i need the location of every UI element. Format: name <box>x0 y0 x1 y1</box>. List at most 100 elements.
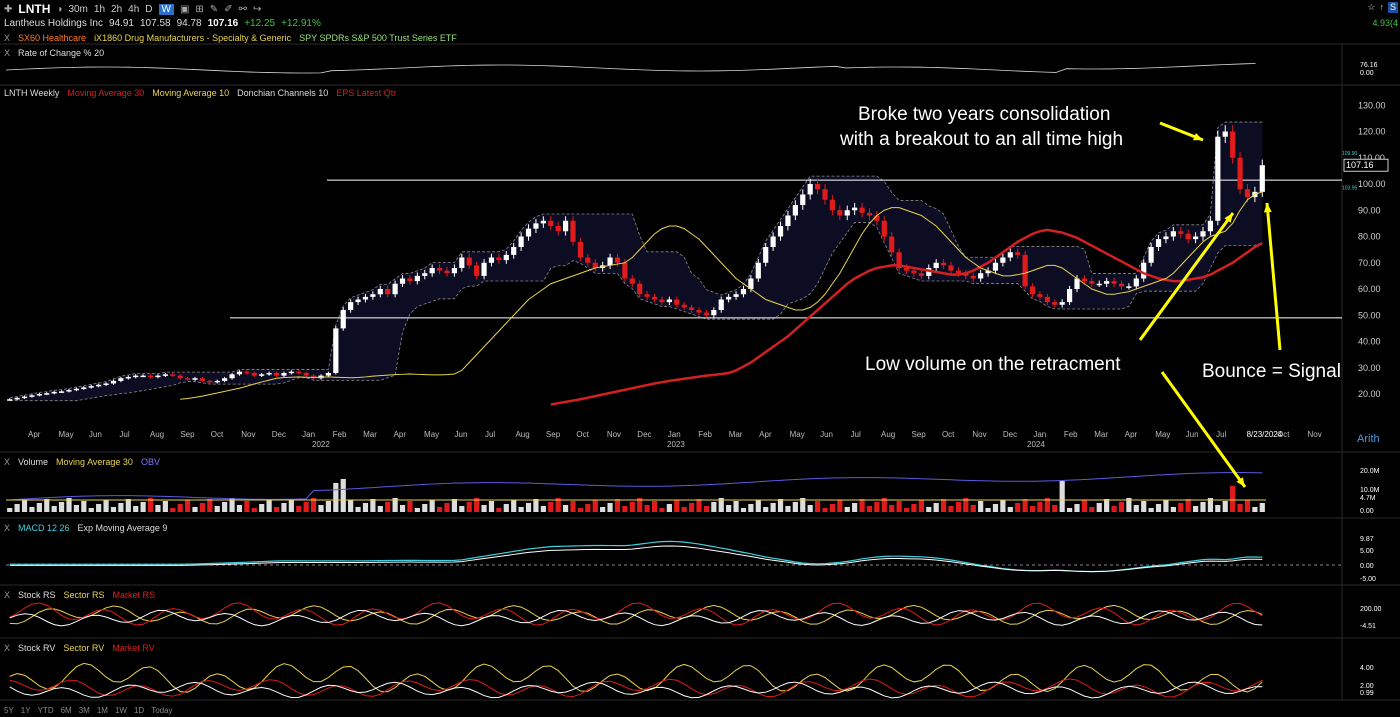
x-tick-label: Dec <box>637 430 651 439</box>
volume-bar <box>814 501 821 512</box>
volume-bar <box>1074 504 1080 512</box>
volume-bar <box>1141 501 1147 512</box>
price-tick-label: 60.00 <box>1358 284 1381 294</box>
volume-bar <box>688 503 695 512</box>
candle-body <box>1155 239 1162 247</box>
x-tick-label: Sep <box>546 430 561 439</box>
candle-body <box>503 254 509 261</box>
roc-line <box>5 63 1256 74</box>
volume-bar <box>29 507 35 512</box>
volume-bar <box>792 502 798 512</box>
range-today[interactable]: Today <box>151 706 172 715</box>
price-tick-label: 50.00 <box>1358 310 1381 320</box>
candle-body <box>177 375 183 379</box>
volume-bar <box>903 508 910 512</box>
candle-body <box>236 371 243 375</box>
candle-body <box>1163 236 1169 240</box>
volume-bar <box>377 506 383 512</box>
volume-bar <box>36 503 42 512</box>
candle-body <box>296 371 302 374</box>
volume-bar <box>340 479 346 512</box>
range-1w[interactable]: 1W <box>115 706 127 715</box>
volume-bar <box>303 502 309 512</box>
volume-tick: 0.00 <box>1360 508 1374 515</box>
candle-body <box>273 373 280 376</box>
candle-body <box>688 307 695 310</box>
candle-body <box>792 205 798 216</box>
volume-bar <box>1237 504 1243 512</box>
range-3m[interactable]: 3M <box>79 706 90 715</box>
volume-bar <box>21 500 28 512</box>
candle-body <box>533 223 539 229</box>
candle-body <box>58 391 65 393</box>
candle-body <box>1133 278 1139 287</box>
year-label: 2024 <box>1027 440 1045 449</box>
volume-bar <box>399 505 406 512</box>
candle-body <box>1044 296 1050 303</box>
candle-body <box>1089 281 1095 284</box>
chart-canvas[interactable]: 130.00120.00110.00100.0090.0080.0070.006… <box>0 0 1400 717</box>
range-1d[interactable]: 1D <box>134 706 144 715</box>
candle-body <box>110 380 117 384</box>
volume-bar <box>755 500 761 512</box>
volume-bar <box>1096 503 1102 512</box>
range-ytd[interactable]: YTD <box>38 706 54 715</box>
candle-body <box>429 268 435 274</box>
volume-bar <box>325 501 332 512</box>
macd-signal-line <box>9 545 1263 573</box>
rs-tick: 200.00 <box>1360 606 1382 613</box>
candle-body <box>978 273 984 279</box>
volume-bar <box>407 501 413 512</box>
candle-body <box>911 270 917 274</box>
volume-bar <box>740 508 747 512</box>
candle-body <box>866 212 873 216</box>
roc-value: 76.16 <box>1360 62 1378 69</box>
candle-body <box>1000 257 1006 263</box>
candle-body <box>548 220 554 226</box>
volume-bar <box>1192 506 1199 512</box>
volume-bar <box>1163 500 1169 512</box>
candle-body <box>918 273 924 276</box>
x-tick-label: May <box>58 430 73 439</box>
candle-body <box>81 387 87 389</box>
volume-bar <box>1059 481 1065 512</box>
volume-bar <box>889 505 895 512</box>
volume-bar <box>1230 486 1236 512</box>
volume-bar <box>184 500 191 512</box>
volume-bar <box>940 499 947 512</box>
candle-body <box>562 220 569 232</box>
x-tick-label: Jun <box>820 430 833 439</box>
range-1m[interactable]: 1M <box>97 706 108 715</box>
x-tick-label: Nov <box>972 430 986 439</box>
candle-body <box>570 220 576 242</box>
volume-bar <box>88 508 94 512</box>
candle-body <box>1259 165 1265 192</box>
range-6m[interactable]: 6M <box>61 706 72 715</box>
candle-body <box>466 257 472 266</box>
candle-body <box>1118 283 1125 287</box>
candle-body <box>540 220 546 224</box>
candle-body <box>251 373 257 376</box>
x-tick-label: Jul <box>851 430 861 439</box>
volume-bar <box>288 499 294 512</box>
volume-bar <box>911 504 917 512</box>
candle-body <box>740 289 747 295</box>
price-tick-label: 70.00 <box>1358 258 1381 268</box>
candle-body <box>726 296 732 300</box>
candle-body <box>1230 131 1236 158</box>
arith-toggle[interactable]: Arith <box>1357 433 1380 445</box>
volume-bar <box>140 502 146 512</box>
candle-body <box>155 375 161 378</box>
x-tick-label: Apr <box>1125 430 1138 439</box>
price-tick-label: 80.00 <box>1358 232 1381 242</box>
x-tick-label: Aug <box>150 430 164 439</box>
range-5y[interactable]: 5Y <box>4 706 14 715</box>
last-price-label: 107.16 <box>1346 160 1374 170</box>
volume-bar <box>436 507 443 512</box>
range-1y[interactable]: 1Y <box>21 706 31 715</box>
volume-bar <box>681 507 687 512</box>
volume-bar <box>666 504 672 512</box>
annotation-breakout-line2: with a breakout to an all time high <box>840 129 1124 150</box>
x-tick-label: Feb <box>333 430 347 439</box>
volume-bar <box>726 505 732 512</box>
